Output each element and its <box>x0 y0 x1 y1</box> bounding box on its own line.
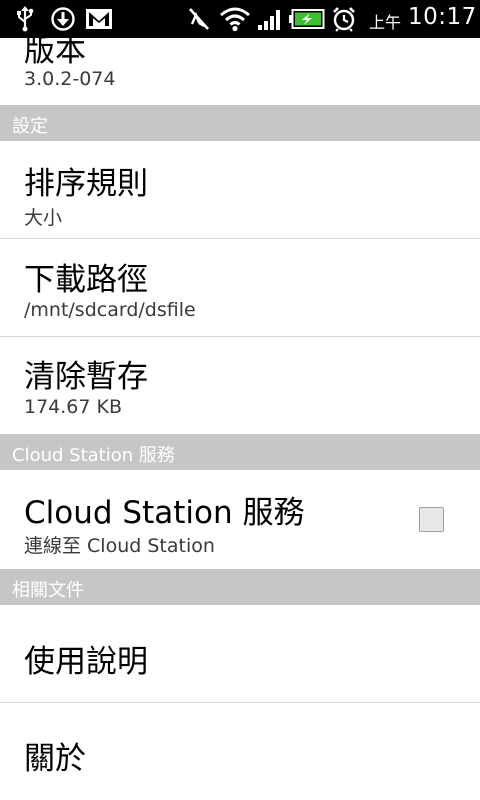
cloud-station-summary: 連線至 Cloud Station <box>24 535 215 557</box>
version-item: 版本 3.0.2-074 <box>0 38 480 105</box>
sort-rule-title: 排序規則 <box>24 166 148 202</box>
settings-list[interactable]: 版本 3.0.2-074 設定 排序規則 大小 下載路徑 /mnt/sdcard… <box>0 38 480 800</box>
download-path-summary: /mnt/sdcard/dsfile <box>24 299 196 321</box>
section-header-related-docs: 相關文件 <box>0 569 480 605</box>
mute-icon <box>186 5 212 33</box>
usb-icon <box>14 5 36 33</box>
help-item[interactable]: 使用說明 <box>0 605 480 702</box>
section-header-cloud-station-label: Cloud Station 服務 <box>12 445 175 466</box>
gmail-icon <box>84 5 114 33</box>
time-prefix: 上午 <box>369 13 402 32</box>
about-title: 關於 <box>24 741 86 777</box>
cloud-station-item[interactable]: Cloud Station 服務 連線至 Cloud Station <box>0 470 480 569</box>
battery-charging-icon <box>288 5 326 33</box>
clear-cache-summary: 174.67 KB <box>24 396 123 418</box>
cloud-station-title: Cloud Station 服務 <box>24 495 305 531</box>
download-path-title: 下載路徑 <box>24 262 148 298</box>
help-title: 使用說明 <box>24 644 148 680</box>
alarm-icon <box>330 5 358 33</box>
clock: 10:17 <box>408 4 477 30</box>
sort-rule-summary: 大小 <box>24 207 63 229</box>
sort-rule-item[interactable]: 排序規則 大小 <box>0 141 480 238</box>
about-item[interactable]: 關於 <box>0 703 480 800</box>
clear-cache-item[interactable]: 清除暫存 174.67 KB <box>0 337 480 434</box>
version-title: 版本 <box>24 38 86 69</box>
version-value: 3.0.2-074 <box>24 68 116 90</box>
section-header-cloud-station: Cloud Station 服務 <box>0 434 480 470</box>
status-bar: 上午 10:17 <box>0 0 480 38</box>
section-header-related-docs-label: 相關文件 <box>12 580 84 601</box>
download-icon <box>49 5 77 33</box>
download-path-item[interactable]: 下載路徑 /mnt/sdcard/dsfile <box>0 239 480 336</box>
screen: 上午 10:17 版本 3.0.2-074 設定 排序規則 大小 下載路徑 /m… <box>0 0 480 800</box>
section-header-settings: 設定 <box>0 105 480 141</box>
wifi-icon <box>218 5 252 33</box>
signal-icon <box>255 5 285 33</box>
cloud-station-checkbox[interactable] <box>419 507 444 532</box>
section-header-settings-label: 設定 <box>12 116 48 137</box>
clear-cache-title: 清除暫存 <box>24 359 148 395</box>
